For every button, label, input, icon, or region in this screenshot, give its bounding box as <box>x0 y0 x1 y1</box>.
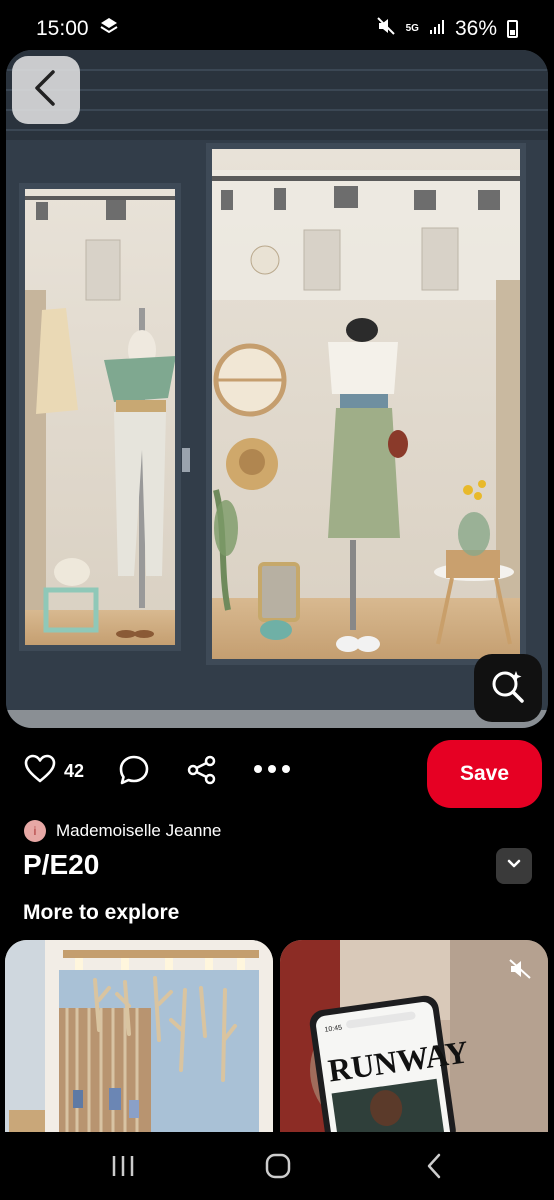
comment-icon <box>118 754 150 791</box>
muted-speaker-icon[interactable] <box>508 958 532 985</box>
battery-percent: 36% <box>454 17 497 40</box>
heart-icon <box>24 754 56 789</box>
more-options-button[interactable] <box>252 762 292 780</box>
pin-image[interactable] <box>6 50 548 728</box>
more-to-explore-heading: More to explore <box>23 901 180 924</box>
back-nav-icon[interactable] <box>424 1152 444 1185</box>
share-icon <box>186 754 218 791</box>
status-right: 5G 36% <box>376 16 518 42</box>
pin-actions: 42 Save <box>0 740 554 808</box>
pin-title: P/E20 <box>23 849 100 880</box>
status-time: 15:00 <box>36 17 89 40</box>
save-button[interactable]: Save <box>427 740 542 808</box>
explore-pin-right[interactable]: 10:45 RUNWAY <box>280 940 548 1132</box>
signal-icon <box>429 17 445 41</box>
gallery-notification-icon <box>99 17 119 41</box>
more-dots-icon <box>252 762 292 780</box>
explore-pin-left[interactable] <box>5 940 273 1132</box>
home-icon[interactable] <box>264 1152 292 1185</box>
avatar: i <box>24 820 46 842</box>
pin-author[interactable]: i Mademoiselle Jeanne <box>24 820 221 842</box>
lens-search-icon <box>489 667 527 710</box>
chevron-down-icon <box>506 857 522 875</box>
system-nav-bar <box>0 1132 554 1200</box>
comment-button[interactable] <box>118 754 150 791</box>
expand-details-button[interactable] <box>496 848 532 884</box>
share-button[interactable] <box>186 754 218 791</box>
visual-search-button[interactable] <box>474 654 542 722</box>
status-left: 15:00 <box>36 17 119 41</box>
network-type: 5G <box>405 23 419 34</box>
author-name: Mademoiselle Jeanne <box>56 821 222 840</box>
mute-icon <box>376 16 396 42</box>
chevron-left-icon <box>33 69 59 111</box>
battery-icon <box>507 20 518 38</box>
like-count: 42 <box>64 761 85 781</box>
back-button[interactable] <box>12 56 80 124</box>
recent-apps-icon[interactable] <box>110 1154 136 1183</box>
like-button[interactable]: 42 <box>24 754 84 789</box>
